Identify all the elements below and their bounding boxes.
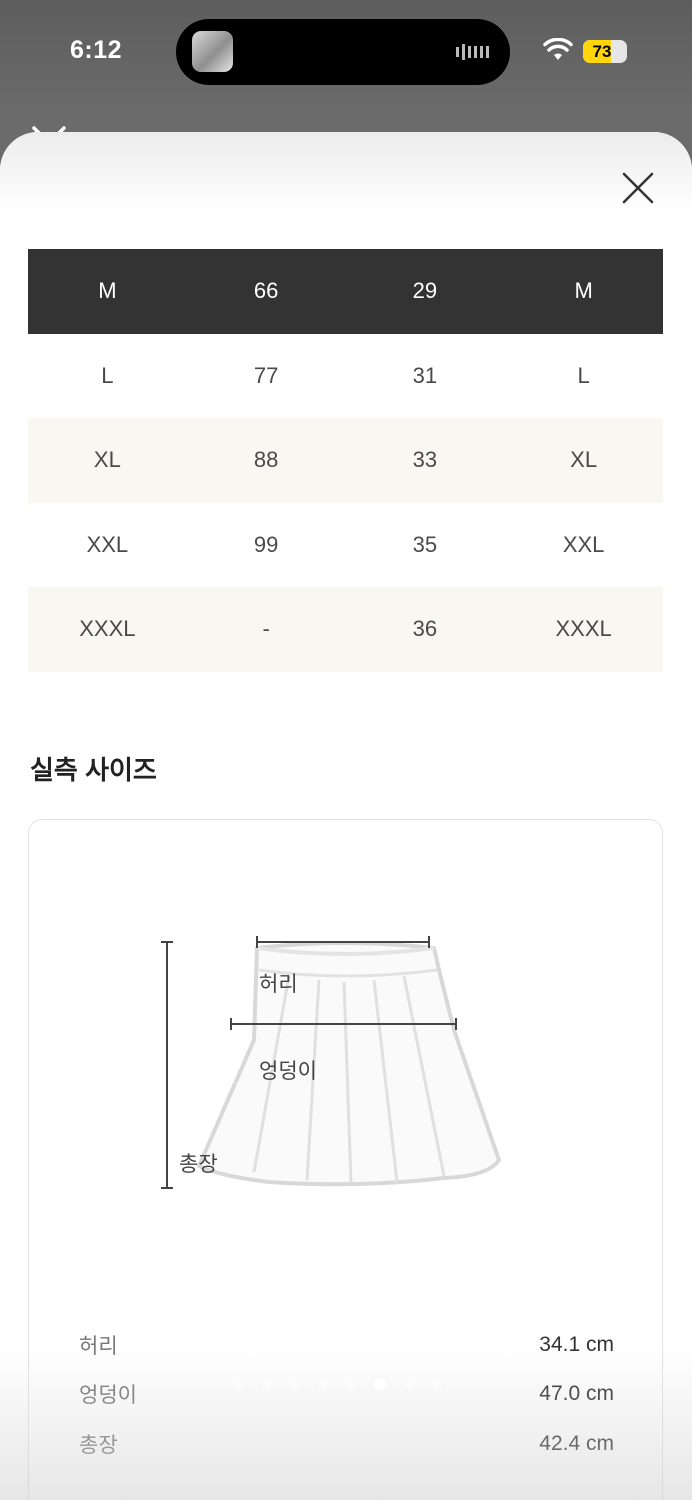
table-cell: 33	[412, 447, 438, 473]
page-dot[interactable]	[234, 1379, 244, 1389]
status-bar: 6:12 73	[0, 0, 692, 105]
table-cell: XXL	[86, 531, 129, 557]
measurement-list: 허리 34.1 cm 엉덩이 47.0 cm 총장 42.4 cm	[79, 1320, 614, 1469]
list-item: 허리 34.1 cm	[79, 1320, 614, 1370]
wifi-icon	[543, 38, 573, 60]
page-dot[interactable]	[262, 1379, 272, 1389]
table-cell: 99	[253, 531, 279, 557]
table-cell: -	[262, 616, 270, 642]
page-dot[interactable]	[432, 1379, 442, 1389]
page-dot[interactable]	[374, 1378, 386, 1390]
table-cell: XXL	[562, 531, 605, 557]
table-cell: 88	[253, 447, 279, 473]
table-cell: XXXL	[555, 616, 612, 642]
table-cell: 77	[253, 362, 279, 388]
table-row: XL 88 33 XL	[28, 418, 663, 503]
table-cell: 36	[412, 616, 438, 642]
table-cell: XXXL	[79, 616, 136, 642]
table-cell: XL	[570, 447, 598, 473]
now-playing-thumbnail[interactable]	[192, 31, 233, 72]
measurement-name: 총장	[79, 1433, 118, 1457]
table-row: L 77 31 L	[28, 333, 663, 418]
size-guide-sheet: M 66 29 M L 77 31 L XL 88 33 XL XXL 99 3…	[0, 132, 692, 1500]
measurement-name: 엉덩이	[79, 1384, 137, 1408]
table-cell: 66	[253, 278, 279, 304]
section-title: 실측 사이즈	[30, 755, 157, 785]
table-row: XXL 99 35 XXL	[28, 502, 663, 587]
list-item: 총장 42.4 cm	[79, 1419, 614, 1469]
table-cell: L	[101, 362, 114, 388]
battery-indicator: 73	[583, 40, 627, 63]
table-cell: 31	[412, 362, 438, 388]
table-cell: M	[98, 278, 117, 304]
table-row: M 66 29 M	[28, 249, 663, 334]
measurement-value: 47.0 cm	[539, 1382, 614, 1406]
table-cell: L	[577, 362, 590, 388]
page-dot[interactable]	[404, 1379, 414, 1389]
table-cell: XL	[93, 447, 121, 473]
size-table: M 66 29 M L 77 31 L XL 88 33 XL XXL 99 3…	[28, 249, 663, 672]
page-dot[interactable]	[290, 1379, 300, 1389]
diagram-label-waist: 허리	[259, 973, 298, 996]
table-cell: 35	[412, 531, 438, 557]
audio-wave-icon	[456, 44, 489, 60]
measurement-name: 허리	[79, 1334, 118, 1358]
diagram-label-length: 총장	[179, 1153, 218, 1176]
page-dot[interactable]	[318, 1379, 328, 1389]
page-indicator[interactable]	[234, 1378, 442, 1390]
battery-percent: 73	[592, 42, 612, 61]
page-dot[interactable]	[346, 1379, 356, 1389]
table-row: XXXL - 36 XXXL	[28, 587, 663, 672]
measurement-value: 42.4 cm	[539, 1431, 614, 1455]
measurement-card: 허리 엉덩이 총장 허리 34.1 cm 엉덩이 47.0 cm 총장 42.4…	[28, 819, 663, 1500]
status-time: 6:12	[70, 36, 123, 64]
table-cell: M	[574, 278, 593, 304]
measurement-value: 34.1 cm	[539, 1332, 614, 1356]
table-cell: 29	[412, 278, 438, 304]
sheet-top-fade	[0, 132, 692, 212]
diagram-label-hip: 엉덩이	[259, 1060, 317, 1083]
list-item: 엉덩이 47.0 cm	[79, 1370, 614, 1420]
dynamic-island[interactable]	[176, 19, 510, 85]
close-icon[interactable]	[618, 168, 658, 208]
